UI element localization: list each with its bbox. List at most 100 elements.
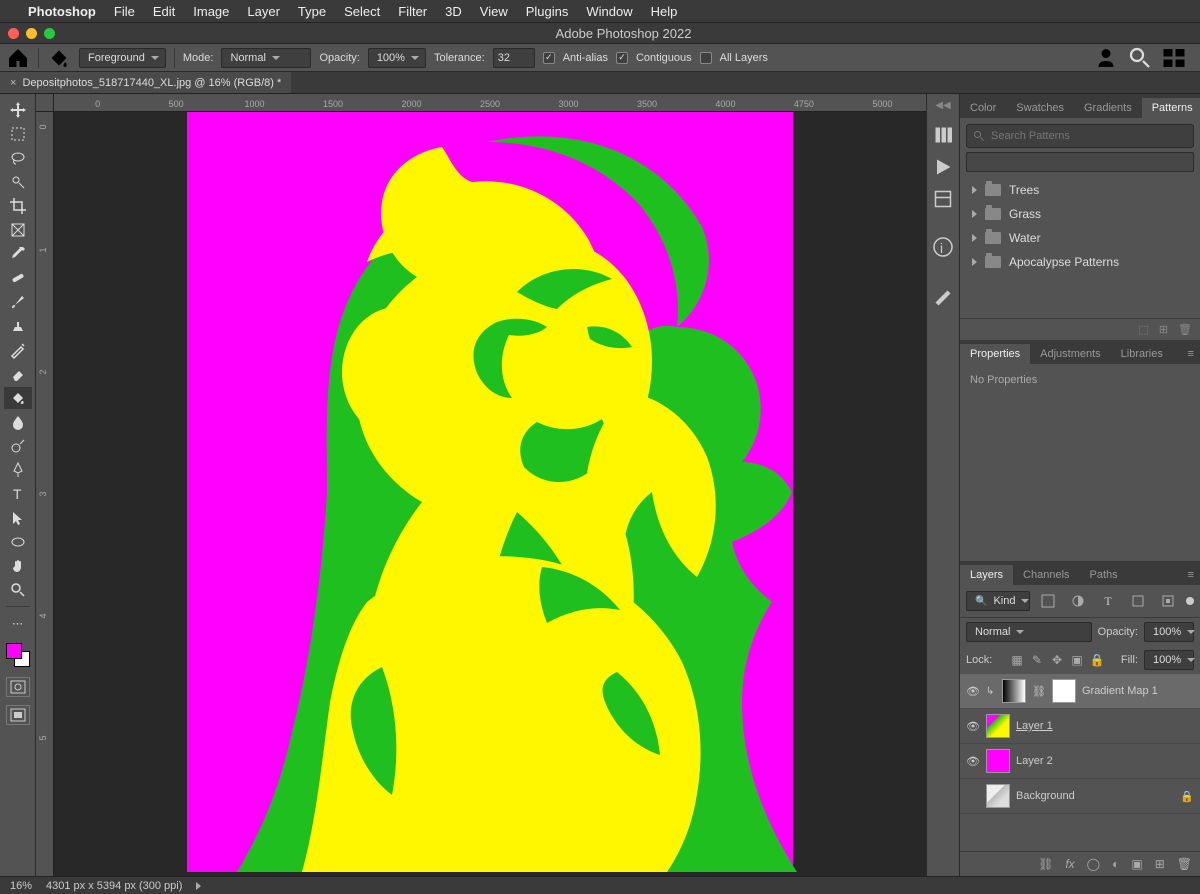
anti-alias-checkbox[interactable] (543, 52, 555, 64)
filter-smart-icon[interactable] (1156, 589, 1180, 613)
panel-menu-icon[interactable]: ≡ (1182, 344, 1200, 364)
marquee-tool[interactable] (4, 123, 32, 145)
paint-bucket-tool[interactable] (4, 387, 32, 409)
visibility-icon[interactable]: 👁 (966, 684, 980, 698)
menu-window[interactable]: Window (586, 4, 632, 19)
ruler-vertical[interactable]: 0 1 2 3 4 5 (36, 112, 54, 876)
layer-name[interactable]: Layer 2 (1016, 755, 1053, 767)
eyedropper-tool[interactable] (4, 243, 32, 265)
layer-thumbnail[interactable] (986, 749, 1010, 773)
search-icon[interactable] (1128, 46, 1152, 70)
search-patterns-input[interactable] (991, 130, 1187, 142)
layer-fill-dropdown[interactable]: 100% (1144, 650, 1194, 670)
zoom-level[interactable]: 16% (10, 880, 32, 892)
menu-layer[interactable]: Layer (247, 4, 280, 19)
visibility-icon[interactable]: 👁 (966, 719, 980, 733)
crop-tool[interactable] (4, 195, 32, 217)
filter-shape-icon[interactable] (1126, 589, 1150, 613)
document-canvas[interactable] (187, 112, 793, 872)
healing-brush-tool[interactable] (4, 267, 32, 289)
blur-tool[interactable] (4, 411, 32, 433)
tab-patterns[interactable]: Patterns (1142, 98, 1200, 118)
layer-fx-icon[interactable]: fx (1065, 857, 1074, 871)
document-info[interactable]: 4301 px x 5394 px (300 ppi) (46, 880, 182, 892)
tab-channels[interactable]: Channels (1013, 565, 1079, 585)
quick-selection-tool[interactable] (4, 171, 32, 193)
ruler-horizontal[interactable]: 0 500 1000 1500 2000 2500 3000 3500 4000… (54, 94, 926, 112)
tab-adjustments[interactable]: Adjustments (1030, 344, 1111, 364)
hand-tool[interactable] (4, 555, 32, 577)
home-button[interactable] (6, 46, 30, 70)
layer-opacity-dropdown[interactable]: 100% (1144, 622, 1194, 642)
close-window-icon[interactable] (8, 28, 19, 39)
layer-name[interactable]: Background (1016, 790, 1075, 802)
edit-toolbar[interactable]: ⋯ (4, 612, 32, 634)
layer-name[interactable]: Gradient Map 1 (1082, 685, 1158, 697)
lock-position-icon[interactable]: ✥ (1050, 653, 1064, 667)
tab-paths[interactable]: Paths (1080, 565, 1128, 585)
layer-thumbnail[interactable] (1002, 679, 1026, 703)
lock-artboard-icon[interactable]: ▣ (1070, 653, 1084, 667)
lock-all-icon[interactable]: 🔒 (1090, 653, 1104, 667)
tab-properties[interactable]: Properties (960, 344, 1030, 364)
tab-layers[interactable]: Layers (960, 565, 1013, 585)
move-tool[interactable] (4, 99, 32, 121)
menu-edit[interactable]: Edit (153, 4, 175, 19)
path-selection-tool[interactable] (4, 507, 32, 529)
foreground-color-swatch[interactable] (6, 643, 22, 659)
panel-collapse-icon[interactable]: ◀◀ (935, 100, 950, 111)
all-layers-checkbox[interactable] (700, 52, 712, 64)
pattern-folder-apocalypse[interactable]: Apocalypse Patterns (966, 250, 1194, 274)
new-icon[interactable]: ⊞ (1159, 323, 1168, 336)
contiguous-checkbox[interactable] (616, 52, 628, 64)
menu-image[interactable]: Image (193, 4, 229, 19)
pattern-folder-trees[interactable]: Trees (966, 178, 1194, 202)
maximize-window-icon[interactable] (44, 28, 55, 39)
eraser-tool[interactable] (4, 363, 32, 385)
add-mask-icon[interactable]: ◯ (1087, 857, 1100, 871)
tab-gradients[interactable]: Gradients (1074, 98, 1142, 118)
new-layer-icon[interactable]: ⊞ (1155, 857, 1165, 871)
layer-filter-kind[interactable]: 🔍Kind (966, 591, 1030, 611)
blend-mode-dropdown[interactable]: Normal (221, 48, 311, 68)
actions-panel-icon[interactable] (931, 155, 955, 179)
quick-mask-toggle[interactable] (6, 677, 30, 697)
visibility-icon[interactable] (966, 789, 980, 803)
menu-app[interactable]: Photoshop (28, 4, 96, 19)
minimize-window-icon[interactable] (26, 28, 37, 39)
workspace-icon[interactable] (1162, 46, 1186, 70)
layer-mask-thumbnail[interactable] (1052, 679, 1076, 703)
clone-stamp-tool[interactable] (4, 315, 32, 337)
tab-swatches[interactable]: Swatches (1006, 98, 1074, 118)
tab-close-icon[interactable]: × (10, 77, 16, 89)
menu-file[interactable]: File (114, 4, 135, 19)
fill-type-dropdown[interactable]: Foreground (79, 48, 166, 68)
pattern-folder-grass[interactable]: Grass (966, 202, 1194, 226)
libraries-panel-icon[interactable] (931, 187, 955, 211)
filter-adjustment-icon[interactable] (1066, 589, 1090, 613)
pattern-preview-bar[interactable] (966, 152, 1194, 172)
history-brush-tool[interactable] (4, 339, 32, 361)
link-icon[interactable]: ⛓ (1032, 685, 1046, 698)
brush-settings-panel-icon[interactable] (931, 283, 955, 307)
new-adjustment-icon[interactable]: ◐ (1112, 857, 1119, 871)
filter-type-icon[interactable]: T (1096, 589, 1120, 613)
frame-tool[interactable] (4, 219, 32, 241)
menu-view[interactable]: View (480, 4, 508, 19)
dodge-tool[interactable] (4, 435, 32, 457)
layer-thumbnail[interactable] (986, 714, 1010, 738)
menu-plugins[interactable]: Plugins (526, 4, 569, 19)
pen-tool[interactable] (4, 459, 32, 481)
layer-background[interactable]: Background 🔒 (960, 779, 1200, 814)
info-panel-icon[interactable]: i (931, 235, 955, 259)
history-panel-icon[interactable] (931, 123, 955, 147)
lasso-tool[interactable] (4, 147, 32, 169)
new-group-icon[interactable]: ▣ (1131, 857, 1142, 871)
tab-color[interactable]: Color (960, 98, 1006, 118)
layer-2[interactable]: 👁 Layer 2 (960, 744, 1200, 779)
lock-transparency-icon[interactable]: ▦ (1010, 653, 1024, 667)
layer-thumbnail[interactable] (986, 784, 1010, 808)
menu-select[interactable]: Select (344, 4, 380, 19)
zoom-tool[interactable] (4, 579, 32, 601)
blend-mode-dropdown[interactable]: Normal (966, 622, 1092, 642)
